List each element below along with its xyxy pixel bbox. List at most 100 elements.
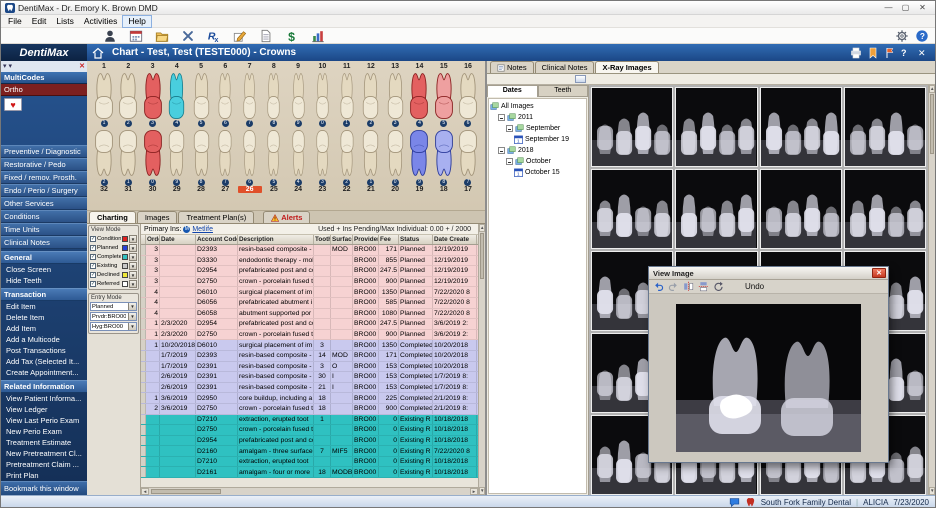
minimize-button[interactable]: — <box>880 3 897 12</box>
close-icon[interactable]: ✕ <box>872 268 886 278</box>
category-other-services[interactable]: Other Services <box>1 197 87 210</box>
sidebar-item-close-screen[interactable]: Close Screen <box>1 264 87 275</box>
sidebar-item-add-item[interactable]: Add Item <box>1 323 87 334</box>
xray-thumbnail[interactable] <box>844 87 926 167</box>
tooth-1[interactable] <box>92 70 116 120</box>
print-icon[interactable] <box>728 281 739 292</box>
payment-icon[interactable]: $ <box>285 29 299 43</box>
checkbox[interactable]: ✓ <box>90 236 96 242</box>
dropdown-arrow-icon[interactable]: ▼ <box>129 280 137 288</box>
flip-vertical-icon[interactable] <box>698 281 709 292</box>
dropdown-arrow-icon[interactable]: ▼ <box>129 253 137 261</box>
printer-icon[interactable] <box>850 47 862 59</box>
tooth-9[interactable] <box>286 70 310 120</box>
table-row[interactable]: 3 D3330 endodontic therapy - mol BRO00 8… <box>141 256 478 267</box>
grid-vertical-scrollbar[interactable]: ▲▼ <box>478 224 485 495</box>
tooth-10[interactable] <box>310 70 334 120</box>
sidebar-item-view-patient-informa-[interactable]: View Patient Informa... <box>1 393 87 404</box>
section-transaction[interactable]: Transaction <box>1 288 87 301</box>
menu-help[interactable]: Help <box>122 15 151 28</box>
category-conditions[interactable]: Conditions <box>1 210 87 223</box>
tree-tab-dates[interactable]: Dates <box>487 85 538 97</box>
table-row[interactable]: 2 3/6/2019 D2750 crown - porcelain fused… <box>141 404 478 415</box>
tooth-18[interactable] <box>432 129 456 179</box>
color-swatch[interactable] <box>122 254 128 260</box>
table-row[interactable]: D7210 extraction, erupted toot 1 BRO00 0… <box>141 415 478 426</box>
table-row[interactable]: 2/6/2019 D2391 resin-based composite - 2… <box>141 383 478 394</box>
sidebar-item-new-perio-exam[interactable]: New Perio Exam <box>1 426 87 437</box>
xray-thumbnail[interactable] <box>675 87 757 167</box>
sidebar-item-pretreatment-claim-[interactable]: Pretreatment Claim ... <box>1 459 87 470</box>
checkbox[interactable]: ✓ <box>90 281 96 287</box>
category-restorative-pedo[interactable]: Restorative / Pedo <box>1 158 87 171</box>
dropdown-arrow-icon[interactable]: ▼ <box>129 235 137 243</box>
tooth-25[interactable] <box>262 129 286 179</box>
tooth-4[interactable] <box>165 70 189 120</box>
sidebar-item-edit-item[interactable]: Edit Item <box>1 301 87 312</box>
redo-icon[interactable] <box>668 281 679 292</box>
schedule-icon[interactable] <box>129 29 143 43</box>
column-header-order[interactable]: Order <box>146 235 160 244</box>
tree-node-september[interactable]: September <box>490 123 585 134</box>
color-swatch[interactable] <box>122 272 128 278</box>
compose-letter-icon[interactable] <box>233 29 247 43</box>
tooth-23[interactable] <box>310 129 334 179</box>
menu-file[interactable]: File <box>3 16 27 27</box>
column-header-provider[interactable]: Provider <box>353 235 379 244</box>
sidebar-item-view-last-perio-exam[interactable]: View Last Perio Exam <box>1 415 87 426</box>
tab-x-ray-images[interactable]: X-Ray Images <box>595 61 658 73</box>
table-row[interactable]: 3 D2954 prefabricated post and co BRO00 … <box>141 266 478 277</box>
column-header-status[interactable]: Status <box>399 235 433 244</box>
table-row[interactable]: 4 D6056 prefabricated abutment i BRO00 5… <box>141 298 478 309</box>
help-icon[interactable]: ? <box>901 47 913 59</box>
close-icon[interactable]: ✕ <box>79 62 85 71</box>
chevron-down-icon[interactable]: ▾ <box>9 62 13 71</box>
collapse-icon[interactable] <box>498 114 505 121</box>
tooth-20[interactable] <box>383 129 407 179</box>
sidebar-item-add-a-multicode[interactable]: Add a Multicode <box>1 334 87 345</box>
xray-layout-button[interactable] <box>575 75 586 83</box>
tooth-8[interactable] <box>262 70 286 120</box>
xray-thumbnail[interactable] <box>591 87 673 167</box>
tree-node-2011[interactable]: 2011 <box>490 112 585 123</box>
table-row[interactable]: 4 D6058 abutment supported por BRO00 108… <box>141 309 478 320</box>
tab-alerts[interactable]: Alerts <box>263 211 310 223</box>
table-row[interactable]: 3 D2393 resin-based composite - 2 MOD BR… <box>141 245 478 256</box>
tree-node-september-19[interactable]: 1 September 19 <box>490 134 585 145</box>
sidebar-item-delete-item[interactable]: Delete Item <box>1 312 87 323</box>
multicodes-header[interactable]: MultiCodes <box>1 72 87 84</box>
tooth-28[interactable] <box>189 129 213 179</box>
checkbox[interactable]: ✓ <box>90 254 96 260</box>
patient-icon[interactable] <box>103 29 117 43</box>
xray-image-large[interactable] <box>676 304 861 452</box>
table-row[interactable]: 1 2/3/2020 D2750 crown - porcelain fused… <box>141 330 478 341</box>
bookmark-window-link[interactable]: Bookmark this window <box>1 481 87 495</box>
bookmark-icon[interactable] <box>867 47 879 59</box>
tooth-21[interactable] <box>359 129 383 179</box>
tooth-30[interactable] <box>141 129 165 179</box>
tree-node-october-15[interactable]: 1 October 15 <box>490 167 585 178</box>
settings-gear-icon[interactable] <box>895 29 909 43</box>
dropdown-arrow-icon[interactable]: ▼ <box>129 271 137 279</box>
tooth-12[interactable] <box>359 70 383 120</box>
checkbox[interactable]: ✓ <box>90 272 96 278</box>
home-icon[interactable] <box>92 47 105 59</box>
undo-icon[interactable] <box>653 281 664 292</box>
category-fixed-remov-prosth-[interactable]: Fixed / remov. Prosth. <box>1 171 87 184</box>
dropdown-arrow-icon[interactable]: ▼ <box>129 262 137 270</box>
prescription-icon[interactable]: Rx <box>207 29 221 43</box>
heart-icon[interactable]: ♥ <box>4 98 22 111</box>
tree-node-october[interactable]: October <box>490 156 585 167</box>
table-row[interactable]: 1/7/2019 D2393 resin-based composite - 1… <box>141 351 478 362</box>
maximize-button[interactable]: ▢ <box>897 3 914 12</box>
table-row[interactable]: 2/6/2019 D2391 resin-based composite - 3… <box>141 372 478 383</box>
color-swatch[interactable] <box>122 263 128 269</box>
checkbox[interactable]: ✓ <box>90 245 96 251</box>
category-endo-perio-surgery[interactable]: Endo / Perio / Surgery <box>1 184 87 197</box>
tab-images[interactable]: Images <box>137 211 178 223</box>
sidebar-item-ortho[interactable]: Ortho <box>1 84 87 96</box>
collapse-icon[interactable] <box>498 147 505 154</box>
tooth-7[interactable] <box>238 70 262 120</box>
table-row[interactable]: D2750 crown - porcelain fused t BRO00 0 … <box>141 425 478 436</box>
close-icon[interactable]: ✕ <box>918 47 930 59</box>
